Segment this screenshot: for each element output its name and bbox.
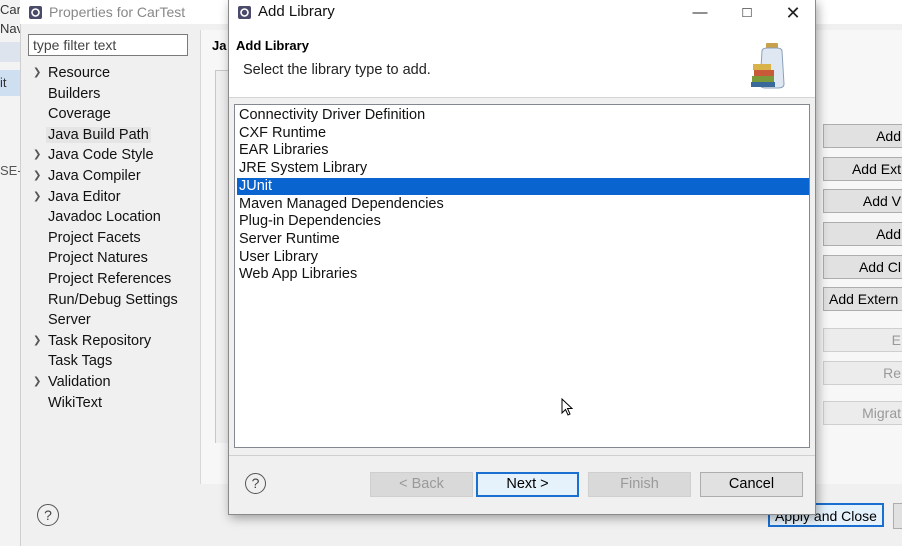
dialog-help-icon[interactable]: ? xyxy=(245,473,266,494)
banner-description: Select the library type to add. xyxy=(243,62,431,78)
eclipse-gear-icon xyxy=(237,5,252,20)
tree-item-label: WikiText xyxy=(48,394,102,411)
library-type-item[interactable]: Server Runtime xyxy=(237,231,809,249)
tree-item-label: Task Tags xyxy=(48,353,113,370)
side-button[interactable]: Add Cl xyxy=(823,255,902,279)
library-type-item[interactable]: EAR Libraries xyxy=(237,142,809,160)
side-button[interactable]: Add Ext xyxy=(823,157,902,181)
tree-item-label: Java Build Path xyxy=(46,126,151,143)
side-button[interactable]: E xyxy=(823,328,902,352)
maximize-icon[interactable]: □ xyxy=(727,2,767,24)
tree-item[interactable]: ❯ Validation xyxy=(30,372,200,393)
tree-item[interactable]: Coverage xyxy=(30,104,200,125)
tree-item-label: Javadoc Location xyxy=(48,209,161,226)
tree-item-label: Java Editor xyxy=(48,188,121,205)
tree-item-label: Project Natures xyxy=(48,250,148,267)
eclipse-gear-icon xyxy=(28,5,43,20)
tree-item[interactable]: Project References xyxy=(30,269,200,290)
close-icon[interactable]: ✕ xyxy=(773,2,813,24)
tree-item-label: Project Facets xyxy=(48,229,141,246)
tree-item-label: Resource xyxy=(48,65,111,81)
tree-item[interactable]: ❯ Java Compiler xyxy=(30,166,200,187)
library-type-item[interactable]: Web App Libraries xyxy=(237,266,809,284)
tree-item[interactable]: Task Tags xyxy=(30,351,200,372)
library-type-item[interactable]: Maven Managed Dependencies xyxy=(237,196,809,214)
tree-item-label: Task Repository xyxy=(48,332,152,349)
side-button[interactable]: Add Extern xyxy=(823,287,902,311)
tree-item[interactable]: ❯ Resource xyxy=(30,63,200,84)
tree-item-label: Java Code Style xyxy=(48,147,154,164)
banner-heading: Add Library xyxy=(236,38,309,53)
chevron-right-icon[interactable]: ❯ xyxy=(33,187,41,208)
side-button[interactable]: Migrat xyxy=(823,401,902,425)
dialog-separator xyxy=(229,455,815,456)
properties-title: Properties for CarTest xyxy=(49,4,186,20)
ide-toolbar-icon xyxy=(0,42,20,62)
side-button[interactable]: Add xyxy=(823,222,902,246)
side-button[interactable]: Add xyxy=(823,124,902,148)
back-button[interactable]: < Back xyxy=(370,472,473,497)
library-type-item[interactable]: User Library xyxy=(237,249,809,267)
chevron-right-icon[interactable]: ❯ xyxy=(33,372,41,393)
ide-tab-fragment: it xyxy=(0,75,7,90)
next-button[interactable]: Next > xyxy=(476,472,579,497)
library-jar-icon xyxy=(748,40,796,90)
tree-item[interactable]: Java Build Path xyxy=(30,125,200,146)
tree-item[interactable]: Run/Debug Settings xyxy=(30,290,200,311)
chevron-right-icon[interactable]: ❯ xyxy=(33,145,41,166)
tree-item-label: Coverage xyxy=(48,106,111,123)
minimize-icon[interactable]: — xyxy=(680,2,720,24)
tree-item[interactable]: ❯ Java Code Style xyxy=(30,145,200,166)
tree-item-label: Project References xyxy=(48,270,172,287)
page-tab-fragment: Ja xyxy=(212,38,227,53)
chevron-right-icon[interactable]: ❯ xyxy=(33,331,41,352)
tree-item-label: Run/Debug Settings xyxy=(48,291,178,308)
cancel-button[interactable]: Cancel xyxy=(700,472,803,497)
tree-item[interactable]: Project Facets xyxy=(30,228,200,249)
ide-text-fragment: SE- xyxy=(0,163,22,178)
tree-item[interactable]: Javadoc Location xyxy=(30,207,200,228)
tree-item[interactable]: Server xyxy=(30,310,200,331)
cancel-button-fragment[interactable] xyxy=(893,503,902,529)
finish-button[interactable]: Finish xyxy=(588,472,691,497)
properties-help-icon[interactable]: ? xyxy=(37,504,59,526)
tree-item-label: Java Compiler xyxy=(48,167,141,184)
tree-item-label: Server xyxy=(48,312,91,329)
library-type-item[interactable]: CXF Runtime xyxy=(237,125,809,143)
library-type-item[interactable]: Connectivity Driver Definition xyxy=(237,107,809,125)
library-type-item[interactable]: JUnit xyxy=(237,177,809,196)
tree-item[interactable]: WikiText xyxy=(30,393,200,414)
tree-item-label: Builders xyxy=(48,85,101,102)
tree-item[interactable]: Builders xyxy=(30,84,200,105)
properties-tree: ❯ Resource Builders Coverage Java Build Path… xyxy=(30,63,200,413)
filter-input[interactable] xyxy=(28,34,188,56)
chevron-right-icon[interactable]: ❯ xyxy=(33,63,41,84)
tree-item-label: Validation xyxy=(48,373,111,390)
tree-item[interactable]: ❯ Task Repository xyxy=(30,331,200,352)
chevron-right-icon[interactable]: ❯ xyxy=(33,166,41,187)
mouse-cursor-icon xyxy=(561,397,574,417)
library-type-item[interactable]: JRE System Library xyxy=(237,160,809,178)
side-button[interactable]: Re xyxy=(823,361,902,385)
side-button[interactable]: Add V xyxy=(823,189,902,213)
tree-item[interactable]: Project Natures xyxy=(30,248,200,269)
library-type-list[interactable]: Connectivity Driver Definition CXF Runtim… xyxy=(234,104,810,448)
tree-item[interactable]: ❯ Java Editor xyxy=(30,187,200,208)
library-type-item[interactable]: Plug-in Dependencies xyxy=(237,213,809,231)
dialog-title: Add Library xyxy=(258,3,335,20)
